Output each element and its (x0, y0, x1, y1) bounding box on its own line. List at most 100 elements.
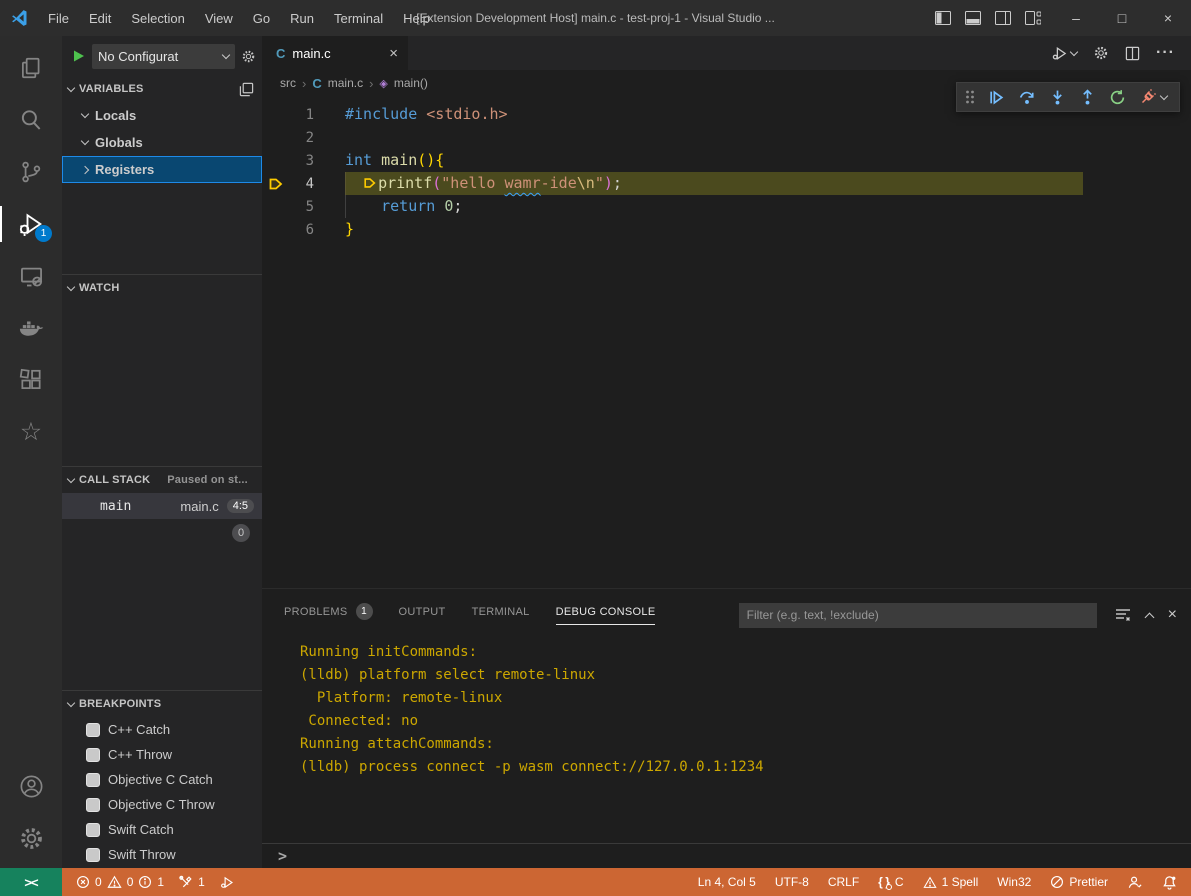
cursor-position[interactable]: Ln 4, Col 5 (698, 875, 756, 889)
tab-problems[interactable]: PROBLEMS 1 (284, 603, 373, 627)
code-line-4-current: 4 printf("hello wamr-ide\n"); (262, 172, 1191, 195)
close-tab-icon[interactable]: × (389, 45, 398, 62)
chevron-down-icon (1160, 91, 1168, 99)
checkbox[interactable] (86, 773, 100, 787)
debug-console-input[interactable]: > (262, 843, 1191, 868)
debug-icon (219, 875, 235, 890)
breakpoint-cpp-catch[interactable]: C++ Catch (62, 717, 262, 742)
maximize-button[interactable]: □ (1099, 0, 1145, 36)
remote-indicator[interactable]: >< (0, 868, 62, 896)
close-window-button[interactable]: × (1145, 0, 1191, 36)
run-or-debug-icon[interactable] (1051, 45, 1077, 62)
debug-session-status[interactable] (219, 875, 235, 890)
tab-debug-console[interactable]: DEBUG CONSOLE (556, 606, 656, 625)
maximize-panel-icon[interactable] (1144, 612, 1154, 622)
menu-go[interactable]: Go (243, 0, 280, 36)
toggle-secondary-sidebar-icon[interactable] (995, 11, 1011, 25)
step-into-icon[interactable] (1049, 89, 1066, 106)
console-line: (lldb) platform select remote-linux (300, 664, 1191, 687)
chevron-down-icon (1070, 47, 1078, 55)
menu-run[interactable]: Run (280, 0, 324, 36)
checkbox[interactable] (86, 823, 100, 837)
variables-header[interactable]: VARIABLES (62, 76, 262, 102)
close-panel-icon[interactable]: × (1168, 606, 1177, 624)
tools-status[interactable]: 1 (178, 875, 205, 889)
line-number[interactable]: 1 (284, 107, 314, 123)
breakpoint-objc-throw[interactable]: Objective C Throw (62, 792, 262, 817)
menu-edit[interactable]: Edit (79, 0, 121, 36)
vscode-logo-icon (0, 8, 38, 28)
breakpoints-header[interactable]: BREAKPOINTS (62, 691, 262, 717)
favorites-star-icon[interactable]: ☆ (0, 406, 62, 458)
notifications-bell-icon[interactable] (1162, 875, 1177, 890)
menu-file[interactable]: File (38, 0, 79, 36)
launch-config-gear-icon[interactable] (241, 49, 256, 64)
debug-stackframe-arrow-icon[interactable] (268, 176, 284, 192)
language-mode[interactable]: { } C (878, 875, 903, 889)
menu-view[interactable]: View (195, 0, 243, 36)
continue-icon[interactable] (988, 89, 1005, 106)
formatter-status[interactable]: Prettier (1050, 875, 1108, 889)
feedback-person-icon[interactable] (1127, 875, 1143, 890)
editor-settings-gear-icon[interactable] (1093, 45, 1109, 61)
line-number[interactable]: 5 (284, 199, 314, 215)
search-icon[interactable] (0, 94, 62, 146)
debug-config-dropdown[interactable]: No Configurat (92, 44, 235, 69)
line-number[interactable]: 2 (284, 130, 314, 146)
remote-explorer-icon[interactable] (0, 250, 62, 302)
tab-terminal[interactable]: TERMINAL (472, 606, 530, 625)
breakpoint-objc-catch[interactable]: Objective C Catch (62, 767, 262, 792)
call-stack-header[interactable]: CALL STACK Paused on st... (62, 467, 262, 493)
settings-gear-icon[interactable] (0, 812, 62, 864)
checkbox[interactable] (86, 723, 100, 737)
customize-layout-icon[interactable] (1025, 11, 1041, 25)
tab-output[interactable]: OUTPUT (399, 606, 446, 625)
checkbox[interactable] (86, 848, 100, 862)
toggle-panel-icon[interactable] (965, 11, 981, 25)
checkbox[interactable] (86, 798, 100, 812)
disconnect-icon[interactable] (1139, 89, 1167, 105)
restart-icon[interactable] (1109, 89, 1126, 106)
debug-badge: 1 (35, 225, 52, 242)
variables-item-locals[interactable]: Locals (62, 102, 262, 129)
docker-icon[interactable] (0, 302, 62, 354)
eol-sequence[interactable]: CRLF (828, 875, 859, 889)
breakpoint-swift-throw[interactable]: Swift Throw (62, 842, 262, 867)
platform-target[interactable]: Win32 (997, 875, 1031, 889)
minimize-button[interactable]: – (1053, 0, 1099, 36)
accounts-icon[interactable] (0, 760, 62, 812)
spell-checker-status[interactable]: 1 Spell (923, 875, 979, 889)
watch-section: WATCH (62, 274, 262, 466)
collapse-all-icon[interactable] (239, 82, 254, 97)
toolbar-drag-grip[interactable] (965, 90, 975, 104)
checkbox[interactable] (86, 748, 100, 762)
variables-item-globals[interactable]: Globals (62, 129, 262, 156)
step-out-icon[interactable] (1079, 89, 1096, 106)
start-debug-icon[interactable] (72, 49, 86, 63)
problems-status[interactable]: 0 0 1 (76, 875, 164, 889)
line-number[interactable]: 4 (284, 176, 314, 192)
console-filter-input[interactable] (739, 603, 1097, 628)
tab-main-c[interactable]: C main.c × (262, 36, 408, 70)
line-number[interactable]: 6 (284, 222, 314, 238)
toggle-sidebar-icon[interactable] (935, 11, 951, 25)
more-actions-icon[interactable]: ··· (1156, 44, 1175, 62)
code-editor[interactable]: 1 #include <stdio.h> 2 3 int main(){ 4 p… (262, 96, 1191, 588)
menu-terminal[interactable]: Terminal (324, 0, 393, 36)
encoding[interactable]: UTF-8 (775, 875, 809, 889)
source-control-icon[interactable] (0, 146, 62, 198)
explorer-icon[interactable] (0, 42, 62, 94)
menu-selection[interactable]: Selection (121, 0, 194, 36)
step-over-icon[interactable] (1018, 89, 1036, 106)
breakpoint-cpp-throw[interactable]: C++ Throw (62, 742, 262, 767)
clear-console-icon[interactable] (1115, 608, 1131, 622)
breakpoint-swift-catch[interactable]: Swift Catch (62, 817, 262, 842)
editor-group: C main.c × ··· src › C m (262, 36, 1191, 868)
split-editor-icon[interactable] (1125, 46, 1140, 61)
run-and-debug-icon[interactable]: 1 (0, 198, 62, 250)
stack-frame-row[interactable]: main main.c 4:5 (62, 493, 262, 519)
variables-item-registers[interactable]: Registers (62, 156, 262, 183)
line-number[interactable]: 3 (284, 153, 314, 169)
watch-header[interactable]: WATCH (62, 275, 262, 301)
extensions-icon[interactable] (0, 354, 62, 406)
